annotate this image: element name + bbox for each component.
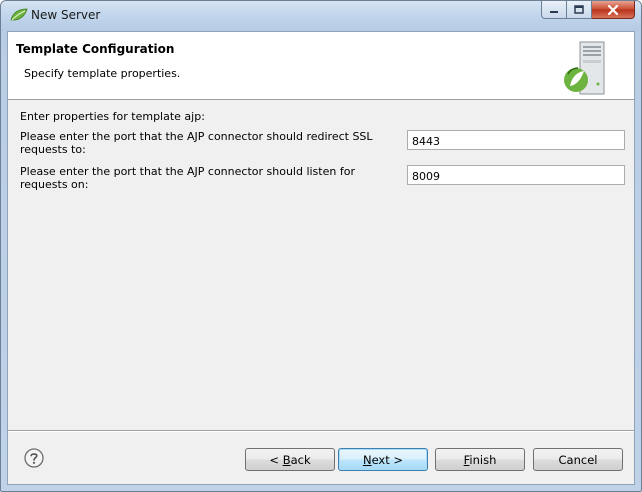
listen-port-input[interactable] (407, 165, 625, 185)
help-icon[interactable] (24, 448, 44, 468)
form-intro: Enter properties for template ajp: (20, 110, 205, 123)
maximize-button[interactable] (567, 1, 592, 19)
spring-leaf-icon (10, 8, 28, 21)
ssl-redirect-port-input[interactable] (407, 130, 625, 150)
back-button[interactable]: < Back (245, 448, 335, 471)
maximize-icon (574, 5, 584, 14)
minimize-button[interactable] (541, 1, 567, 19)
close-button[interactable] (592, 1, 635, 19)
new-server-dialog: New Server Template Configuration Specif… (0, 0, 642, 492)
window-controls (541, 1, 635, 21)
next-button-label: Next > (362, 452, 404, 467)
next-button[interactable]: Next > (338, 448, 428, 471)
wizard-header: Template Configuration Specify template … (8, 32, 634, 100)
ssl-redirect-port-label: Please enter the port that the AJP conne… (20, 130, 373, 156)
page-description: Specify template properties. (24, 67, 181, 80)
dialog-client-area: Template Configuration Specify template … (7, 31, 635, 485)
page-title: Template Configuration (16, 42, 175, 56)
title-bar[interactable]: New Server (1, 1, 641, 31)
minimize-icon (550, 10, 558, 13)
finish-button-label: Finish (463, 452, 497, 467)
cancel-button-label: Cancel (558, 452, 598, 467)
finish-button[interactable]: Finish (435, 448, 525, 471)
cancel-button[interactable]: Cancel (533, 448, 623, 471)
footer-separator (8, 430, 634, 432)
close-icon (607, 4, 619, 15)
listen-port-label: Please enter the port that the AJP conne… (20, 165, 355, 191)
server-icon (564, 41, 605, 95)
back-button-label: < Back (269, 452, 311, 467)
window-title: New Server (31, 8, 101, 22)
